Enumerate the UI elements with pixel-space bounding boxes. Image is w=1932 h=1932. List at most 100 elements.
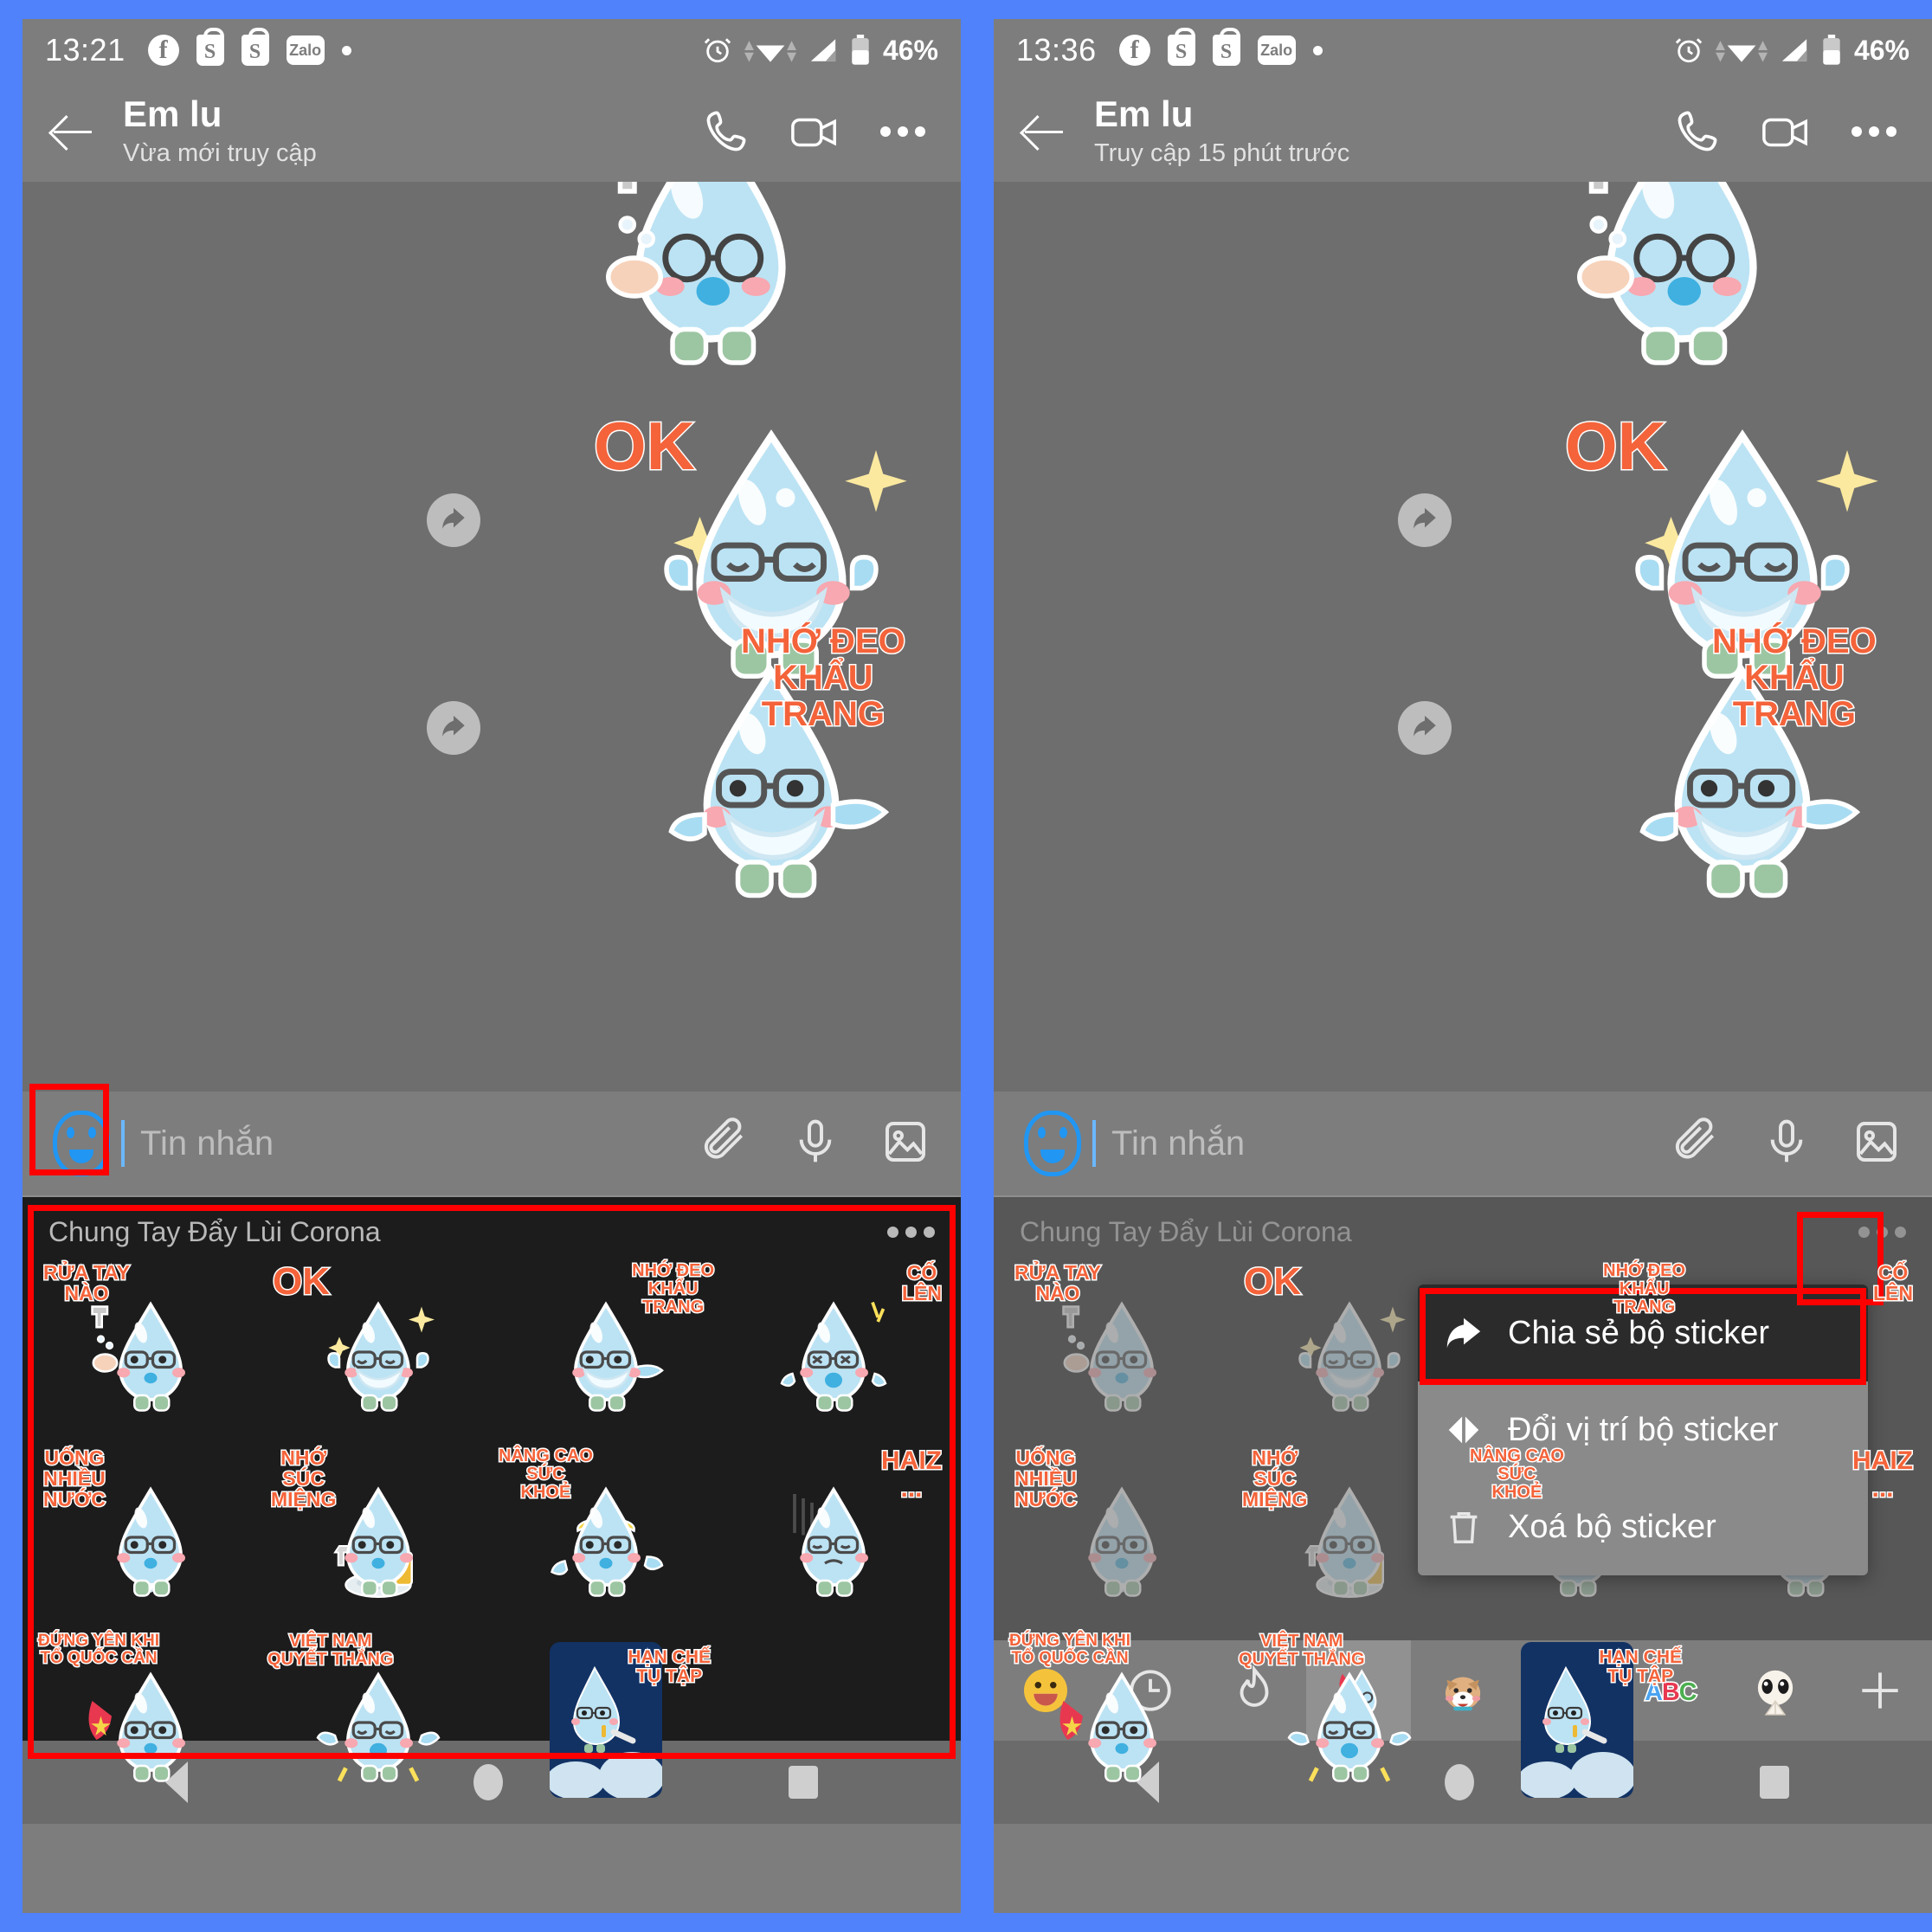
emoji-icon[interactable]	[45, 1107, 118, 1180]
sticker-item[interactable]: ĐỨNG YÊN KHI TỔ QUỐC CẦN	[1008, 1627, 1235, 1813]
back-arrow-icon[interactable]	[47, 106, 99, 158]
search-input[interactable]: Tin nhắn	[1111, 1124, 1245, 1163]
forward-icon[interactable]	[427, 493, 480, 547]
sticker-label: HAIZ ...	[880, 1446, 943, 1503]
sticker-more-icon[interactable]	[887, 1227, 935, 1238]
status-time: 13:21	[45, 32, 126, 68]
sticker-label: RỬA TAY NÀO	[1013, 1260, 1102, 1305]
status-notification-icons: f S S Zalo	[1118, 28, 1323, 66]
app-bar-actions	[699, 105, 937, 158]
message-input-bar-left: Tin nhắn	[23, 1092, 961, 1197]
sticker-item[interactable]: RỬA TAY NÀO	[36, 1257, 264, 1442]
status-system-icons: 46%	[703, 35, 938, 67]
more-icon[interactable]	[876, 105, 930, 158]
sticker-label: NHỚ ĐEO KHẨU TRANG	[740, 622, 907, 734]
sticker-item[interactable]: NHỚ SÚC MIỆNG	[264, 1442, 492, 1627]
chat-messages-left: OK NHỚ ĐEO KHẨU TRANG	[23, 182, 961, 1092]
sticker-label: NÂNG CAO SỨC KHOẺ	[1469, 1446, 1566, 1503]
alarm-icon	[703, 35, 732, 65]
sticker-label: VIỆT NAM QUYẾT THẮNG	[267, 1631, 396, 1670]
screenshot-stage: 13:21 f S S Zalo 46% Em lu Vừa mới truy …	[0, 0, 1932, 1932]
sticker-label: OK	[1564, 408, 1668, 484]
sticker-item[interactable]: ĐỨNG YÊN KHI TỔ QUỐC CẦN	[36, 1627, 264, 1813]
sticker-item[interactable]: VIỆT NAM QUYẾT THẮNG	[264, 1627, 492, 1813]
app-bar-actions	[1671, 105, 1908, 158]
video-call-icon[interactable]	[1759, 105, 1813, 158]
forward-icon[interactable]	[1398, 701, 1452, 755]
sticker-item[interactable]: NHỚ ĐEO KHẨU TRANG	[492, 1257, 719, 1442]
share-arrow-icon	[1444, 1313, 1508, 1353]
more-icon[interactable]	[1847, 105, 1901, 158]
sticker-label: HẠN CHẾ TỤ TẬP	[1598, 1646, 1684, 1687]
attach-icon[interactable]	[1672, 1117, 1721, 1170]
sticker-label: CỐ LÊN	[901, 1260, 943, 1305]
sticker-grid: RỬA TAY NÀO OK NHỚ ĐEO KHẨU TRANG CỐ LÊN…	[23, 1253, 961, 1821]
battery-percent: 46%	[1853, 34, 1909, 66]
sticker-message[interactable]	[568, 182, 853, 377]
text-caret	[121, 1120, 125, 1167]
text-caret	[1092, 1120, 1096, 1167]
sticker-label: NHỚ ĐEO KHẨU TRANG	[1602, 1260, 1687, 1317]
sticker-label: OK	[272, 1260, 332, 1303]
page-title: Em lu	[1094, 93, 1194, 135]
dot-icon	[1312, 45, 1323, 55]
conversation-titles: Em lu Truy cập 15 phút trước	[1094, 95, 1349, 167]
input-actions	[701, 1117, 938, 1170]
shopee-icon: S	[241, 28, 269, 66]
search-input[interactable]: Tin nhắn	[140, 1124, 274, 1163]
sticker-item[interactable]: HAIZ ...	[719, 1442, 947, 1627]
menu-item-label: Xoá bộ sticker	[1508, 1508, 1716, 1545]
sticker-item[interactable]: HẠN CHẾ TỤ TẬP	[492, 1627, 719, 1813]
sticker-label: NÂNG CAO SỨC KHOẺ	[498, 1446, 595, 1503]
sticker-item[interactable]: VIỆT NAM QUYẾT THẮNG	[1235, 1627, 1463, 1813]
sticker-label: NHỚ SÚC MIỆNG	[269, 1446, 337, 1511]
input-actions	[1672, 1117, 1909, 1170]
sticker-item[interactable]: UỐNG NHIỀU NƯỚC	[36, 1442, 264, 1627]
sticker-label: NHỚ ĐEO KHẨU TRANG	[1711, 622, 1878, 734]
wifi-icon	[744, 35, 796, 65]
sticker-label: CỐ LÊN	[1872, 1260, 1915, 1305]
sticker-label: RỬA TAY NÀO	[42, 1260, 131, 1305]
back-arrow-icon[interactable]	[1018, 106, 1070, 158]
call-icon[interactable]	[1671, 105, 1724, 158]
sticker-label: HẠN CHẾ TỤ TẬP	[627, 1646, 712, 1687]
app-bar-left: Em lu Vừa mới truy cập	[23, 81, 961, 182]
sticker-message[interactable]: NHỚ ĐEO KHẨU TRANG	[1600, 615, 1885, 905]
chat-messages-right: OK NHỚ ĐEO KHẨU TRANG	[994, 182, 1932, 1092]
battery-percent: 46%	[882, 34, 938, 66]
microphone-icon[interactable]	[791, 1117, 840, 1170]
sticker-label: NHỚ SÚC MIỆNG	[1240, 1446, 1308, 1511]
shopee-icon: S	[1212, 28, 1240, 66]
sticker-message[interactable]: NHỚ ĐEO KHẨU TRANG	[628, 615, 914, 905]
facebook-icon: f	[1118, 35, 1150, 66]
signal-icon	[1780, 36, 1809, 64]
microphone-icon[interactable]	[1762, 1117, 1811, 1170]
status-time: 13:36	[1016, 32, 1097, 68]
swap-position-icon	[1444, 1410, 1508, 1450]
attach-icon[interactable]	[701, 1117, 750, 1170]
video-call-icon[interactable]	[788, 105, 841, 158]
sticker-label: HAIZ ...	[1852, 1446, 1915, 1503]
sticker-item[interactable]: CỐ LÊN	[719, 1257, 947, 1442]
call-icon[interactable]	[699, 105, 753, 158]
sticker-empty-slot	[1690, 1627, 1918, 1813]
status-bar-left: 13:21 f S S Zalo 46%	[23, 19, 961, 81]
shopee-icon: S	[1167, 28, 1195, 66]
gallery-icon[interactable]	[1852, 1117, 1901, 1170]
forward-icon[interactable]	[427, 701, 480, 755]
signal-icon	[808, 36, 838, 64]
status-notification-icons: f S S Zalo	[147, 28, 351, 66]
status-bar-right: 13:36 f S S Zalo 46%	[994, 19, 1932, 81]
sticker-label: OK	[593, 408, 697, 484]
dot-icon	[341, 45, 351, 55]
sticker-message[interactable]	[1539, 182, 1825, 377]
sticker-item[interactable]: NÂNG CAO SỨC KHOẺ	[492, 1442, 719, 1627]
gallery-icon[interactable]	[881, 1117, 930, 1170]
sticker-item[interactable]: HẠN CHẾ TỤ TẬP	[1463, 1627, 1690, 1813]
emoji-icon[interactable]	[1016, 1107, 1089, 1180]
menu-item-label: Chia sẻ bộ sticker	[1508, 1314, 1770, 1351]
forward-icon[interactable]	[1398, 493, 1452, 547]
sticker-label: NHỚ ĐEO KHẨU TRANG	[631, 1260, 716, 1317]
app-bar-right: Em lu Truy cập 15 phút trước	[994, 81, 1932, 182]
sticker-item[interactable]: OK	[264, 1257, 492, 1442]
